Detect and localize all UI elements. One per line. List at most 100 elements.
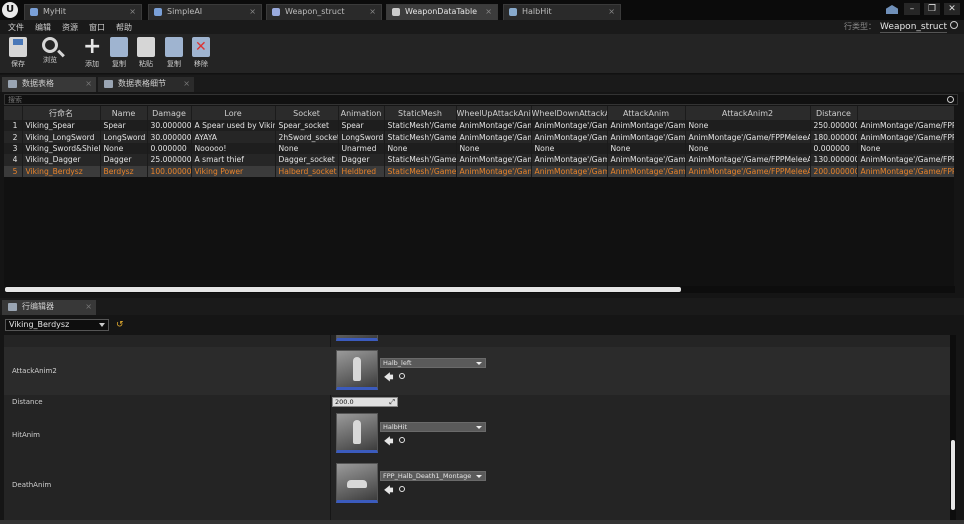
table-cell[interactable]: 250.000000	[810, 120, 858, 132]
remove-button[interactable]: 移除	[188, 37, 214, 69]
close-icon[interactable]: ×	[369, 5, 376, 19]
table-cell[interactable]: Viking_Spear	[22, 120, 101, 132]
table-cell[interactable]: LongSword	[338, 131, 385, 143]
table-cell[interactable]: Dagger	[338, 154, 385, 166]
details-vertical-scrollbar[interactable]	[950, 335, 956, 521]
table-row[interactable]: 4 Viking_Dagger Dagger 25.000000 A smart thi…	[4, 154, 954, 166]
table-cell[interactable]: Viking_Sword&Shield	[22, 142, 101, 155]
table-cell[interactable]: AnimMontage'/Game	[531, 120, 608, 132]
column-header-index[interactable]	[4, 106, 23, 120]
table-cell[interactable]: Spear	[338, 120, 385, 132]
table-cell[interactable]: AnimMontage'/Game/FPPM	[857, 131, 954, 143]
row-type-value[interactable]: Weapon_struct	[880, 22, 947, 33]
column-header-socket[interactable]: Socket	[275, 106, 339, 120]
menu-edit[interactable]: 编辑	[35, 22, 51, 33]
table-cell[interactable]: AnimMontage'/Game	[456, 131, 532, 143]
tab-weapon-datatable[interactable]: WeaponDataTable ×	[386, 4, 498, 20]
column-header-attackanim[interactable]: AttackAnim	[607, 106, 686, 120]
asset-picker[interactable]: HalbHit	[380, 422, 486, 432]
column-header-animation[interactable]: Animation	[338, 106, 385, 120]
table-cell[interactable]: AnimMontage'/Game	[456, 120, 532, 132]
table-cell[interactable]: Viking_Berdysz	[22, 165, 101, 177]
table-cell[interactable]: None	[384, 142, 457, 155]
table-cell[interactable]: LongSword	[100, 131, 148, 143]
scrollbar-thumb[interactable]	[951, 440, 955, 510]
table-cell[interactable]: AnimMontage'/Game/FPPMeleeAni	[685, 165, 811, 177]
table-cell[interactable]: AnimMontage'/Game	[607, 165, 686, 177]
tab-weapon-struct[interactable]: Weapon_struct ×	[266, 4, 382, 20]
table-cell[interactable]: AnimMontage'/Game	[607, 120, 686, 132]
table-cell[interactable]: Dagger	[100, 154, 148, 166]
table-cell[interactable]: None	[456, 142, 532, 155]
spin-arrows-icon[interactable]: ⤢	[389, 398, 395, 406]
table-cell[interactable]: AnimMontage'/Game/FPPMeleeAni	[685, 131, 811, 143]
tab-row-editor[interactable]: 行编辑器 ×	[2, 300, 96, 315]
table-cell[interactable]: AnimMontage'/Game	[531, 165, 608, 177]
table-cell[interactable]: StaticMesh'/Game/F	[384, 120, 457, 132]
column-header-staticmesh[interactable]: StaticMesh	[384, 106, 457, 120]
browse-button[interactable]: 浏览	[37, 37, 63, 65]
menu-help[interactable]: 帮助	[116, 22, 132, 33]
table-cell[interactable]: None	[857, 142, 954, 155]
row-index-cell[interactable]: 3	[4, 142, 23, 155]
asset-thumbnail[interactable]	[336, 463, 378, 503]
tab-simpleai[interactable]: SimpleAI ×	[148, 4, 262, 20]
close-icon[interactable]: ×	[85, 300, 92, 314]
table-cell[interactable]: 0.000000	[147, 142, 192, 155]
close-window-button[interactable]: ✕	[944, 3, 960, 15]
row-index-cell[interactable]: 4	[4, 154, 23, 166]
search-input[interactable]	[5, 95, 935, 105]
browse-asset-search-icon[interactable]	[399, 437, 405, 443]
table-cell[interactable]: 200.000000	[810, 165, 858, 177]
restore-button[interactable]: ❐	[924, 3, 940, 15]
table-cell[interactable]: AnimMontage'/Game/FPPM	[857, 154, 954, 166]
column-header-name[interactable]: Name	[100, 106, 148, 120]
asset-picker[interactable]: Halb_left	[380, 358, 486, 368]
menu-file[interactable]: 文件	[8, 22, 24, 33]
table-cell[interactable]: A smart thief	[191, 154, 276, 166]
table-row[interactable]: 5Viking_BerdyszBerdysz100.000000Viking P…	[4, 165, 954, 177]
column-header-wheeldown[interactable]: WheelDownAttackAnim	[531, 106, 608, 120]
table-cell[interactable]: AnimMontage'/Game	[531, 154, 608, 166]
tab-data-table[interactable]: 数据表格 ×	[2, 77, 96, 92]
row-select-dropdown[interactable]: Viking_Berdysz	[5, 319, 109, 331]
table-cell[interactable]: 0.000000	[810, 142, 858, 155]
table-cell[interactable]: 25.000000	[147, 154, 192, 166]
table-cell[interactable]: None	[100, 142, 148, 155]
tab-halbhit[interactable]: HalbHit ×	[503, 4, 621, 20]
table-row[interactable]: 1 Viking_Spear Spear 30.000000 A Spear used …	[4, 120, 954, 132]
table-cell[interactable]: None	[685, 142, 811, 155]
table-row[interactable]: 3 Viking_Sword&Shield None 0.000000 Nooooo! N…	[4, 142, 954, 155]
table-cell[interactable]: StaticMesh'/Game/F	[384, 154, 457, 166]
tab-data-table-details[interactable]: 数据表格细节 ×	[98, 77, 194, 92]
column-header-wheelup[interactable]: WheelUpAttackAnim	[456, 106, 532, 120]
table-cell[interactable]: Unarmed	[338, 142, 385, 155]
add-button[interactable]: + 添加	[79, 36, 105, 69]
table-cell[interactable]: Berdysz	[100, 165, 148, 177]
use-selected-arrow-icon[interactable]: 🡄	[384, 434, 393, 450]
notification-icon[interactable]	[886, 5, 898, 14]
column-header-distance[interactable]: Distance	[810, 106, 858, 120]
close-icon[interactable]: ×	[129, 5, 136, 19]
browse-asset-search-icon[interactable]	[399, 486, 405, 492]
table-cell[interactable]: AnimMontage'/Game	[531, 131, 608, 143]
table-cell[interactable]: 30.000000	[147, 120, 192, 132]
table-cell[interactable]: 180.000000	[810, 131, 858, 143]
use-selected-arrow-icon[interactable]: 🡄	[384, 483, 393, 499]
table-cell[interactable]: 2hSword_socket	[275, 131, 339, 143]
table-cell[interactable]: A Spear used by Viking	[191, 120, 276, 132]
table-cell[interactable]: AnimMontage'/Game	[607, 154, 686, 166]
table-cell[interactable]: AnimMontage'/Game/FPPMeleeAni	[685, 154, 811, 166]
paste-button[interactable]: 粘贴	[133, 37, 159, 69]
search-icon[interactable]	[950, 21, 958, 29]
close-icon[interactable]: ×	[608, 5, 615, 19]
table-cell[interactable]: 100.000000	[147, 165, 192, 177]
column-header-more[interactable]	[857, 106, 954, 120]
table-cell[interactable]: None	[275, 142, 339, 155]
table-cell[interactable]: AYAYA	[191, 131, 276, 143]
search-icon[interactable]	[947, 96, 954, 103]
scrollbar-thumb[interactable]	[5, 287, 681, 292]
asset-thumbnail[interactable]	[336, 350, 378, 390]
row-index-cell[interactable]: 2	[4, 131, 23, 143]
close-icon[interactable]: ×	[183, 77, 190, 91]
